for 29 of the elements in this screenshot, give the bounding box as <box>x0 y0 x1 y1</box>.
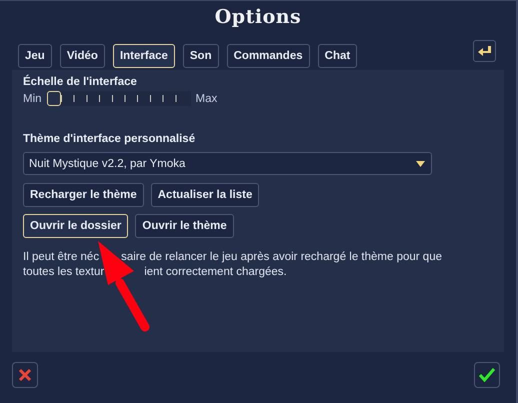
tab[interactable]: Chat <box>318 44 358 68</box>
max-label: Max <box>196 92 218 104</box>
info-text: Il peut être néc <box>23 250 100 265</box>
theme-dropdown[interactable]: Nuit Mystique v2.2, par Ymoka <box>23 152 432 175</box>
action-button[interactable]: Recharger le thème <box>23 183 144 207</box>
confirm-button[interactable] <box>474 362 500 388</box>
action-button[interactable]: Ouvrir le thème <box>135 214 234 238</box>
info-text: toutes les textur <box>23 265 104 280</box>
slider-thumb[interactable] <box>46 91 61 106</box>
info-text: ient correctement chargées. <box>144 265 287 280</box>
tab[interactable]: Jeu <box>18 44 52 68</box>
tab[interactable]: Son <box>182 44 219 68</box>
min-label: Min <box>23 92 42 104</box>
checkmark-icon <box>479 368 495 382</box>
cancel-button[interactable] <box>12 362 38 388</box>
scale-slider[interactable] <box>46 91 191 106</box>
tab[interactable]: Commandes <box>226 44 310 68</box>
section-label: Thème d'interface personnalisé <box>23 133 196 145</box>
return-arrow-icon <box>478 46 491 56</box>
dropdown-caret-icon <box>416 160 425 166</box>
action-button[interactable]: Actualiser la liste <box>150 183 260 207</box>
back-button[interactable] <box>473 40 496 62</box>
close-icon <box>18 368 32 382</box>
action-button[interactable]: Ouvrir le dossier <box>23 214 128 238</box>
info-text: saire de relancer le jeu après avoir rechargé le thème pour que <box>121 250 442 265</box>
window-title: Options <box>214 6 302 28</box>
tab[interactable]: Interface <box>112 44 175 68</box>
section-label: Échelle de l'interface <box>23 76 138 88</box>
tab[interactable]: Vidéo <box>60 44 105 68</box>
